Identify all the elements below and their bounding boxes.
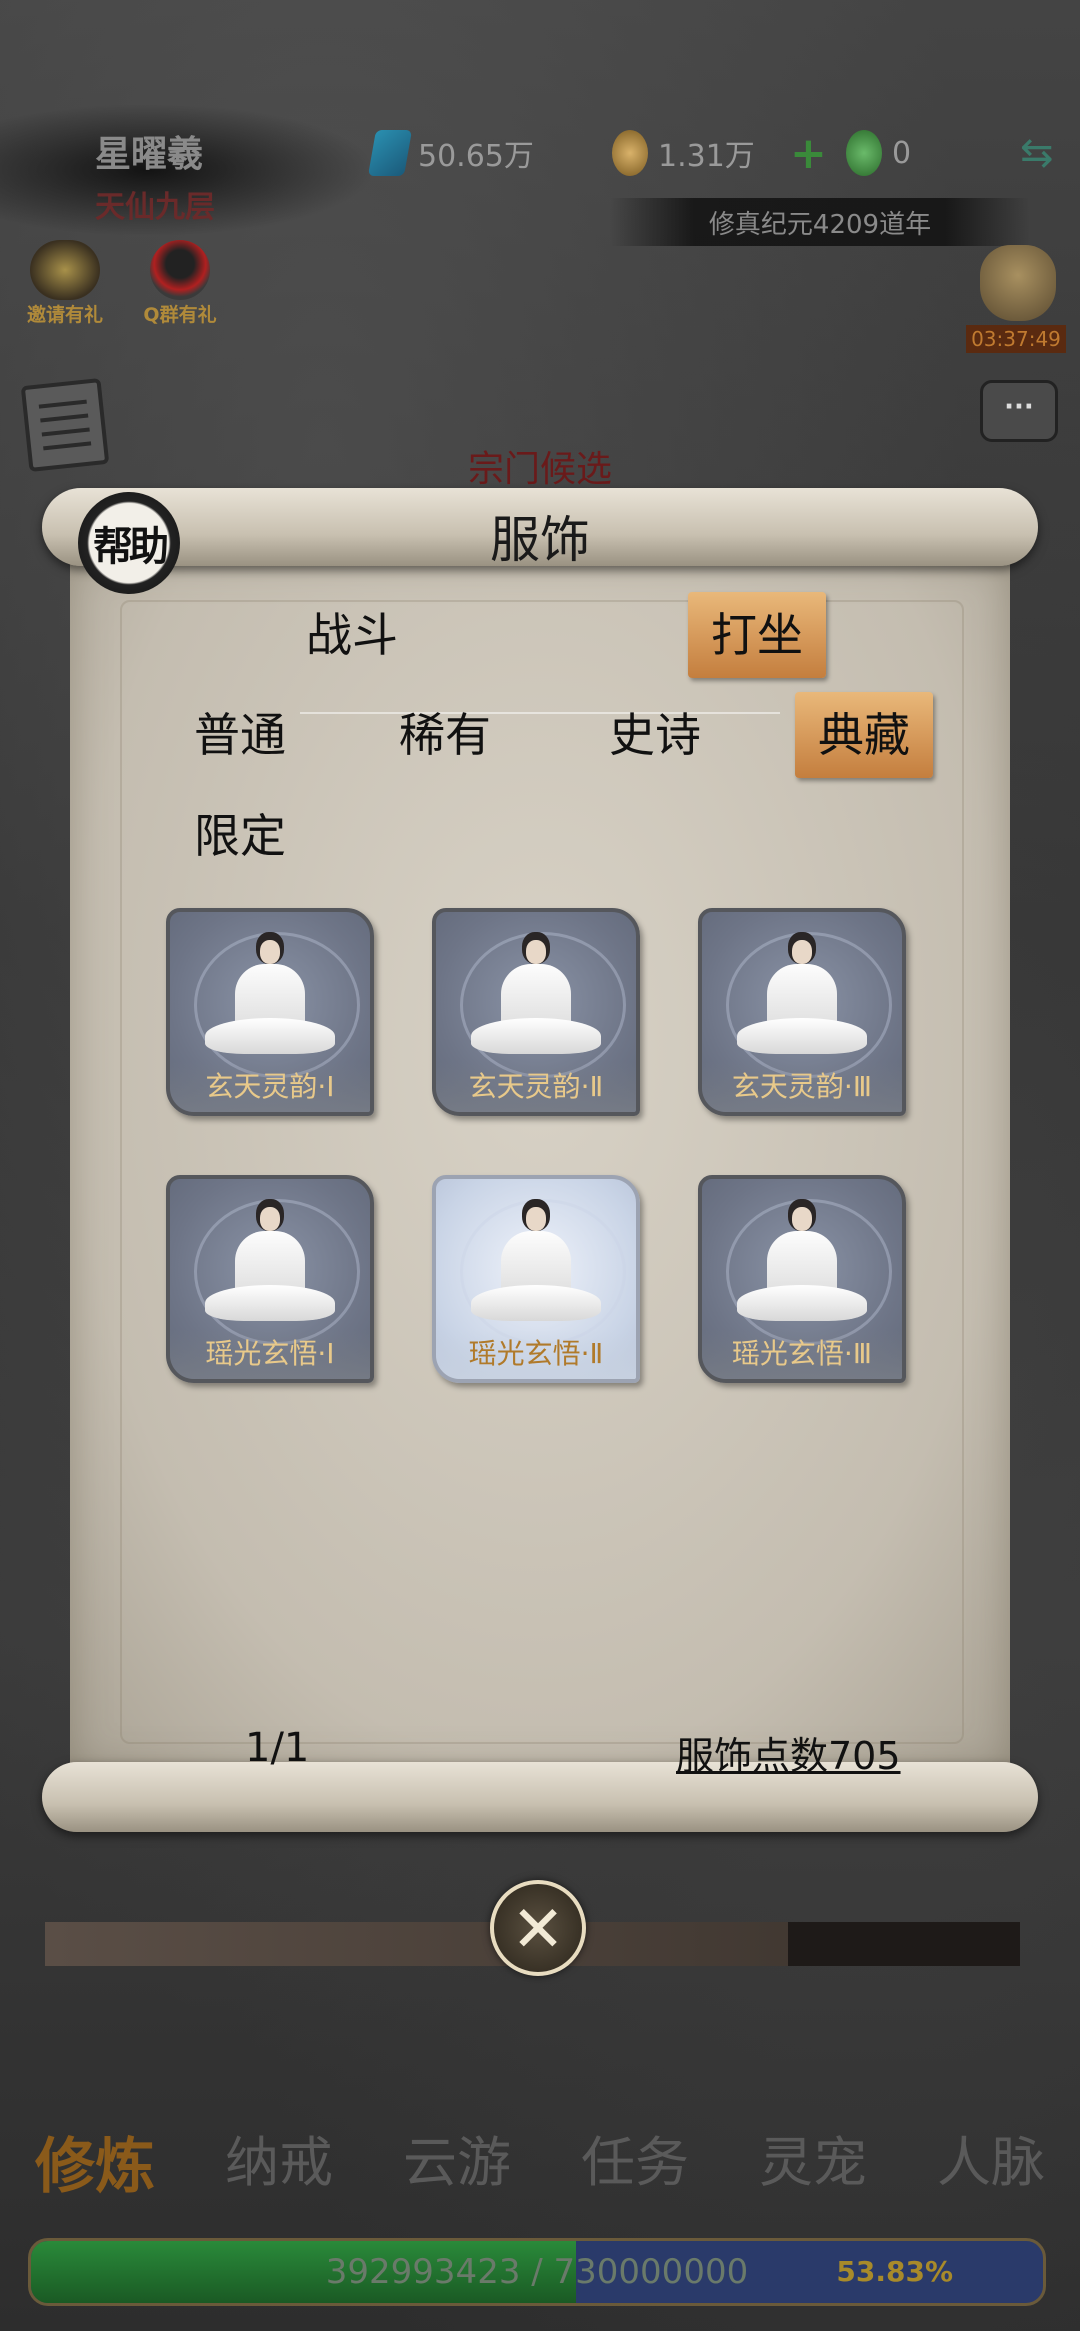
nav-contacts[interactable]: 人脉 [937, 2118, 1045, 2205]
spirit-stone-counter[interactable]: 50.65万 [367, 130, 534, 176]
exchange-icon[interactable]: ⇆ [1020, 130, 1054, 176]
rarity-tab-common[interactable]: 普通 [180, 705, 300, 765]
close-button[interactable]: ✕ [490, 1880, 586, 1976]
tab-meditate[interactable]: 打坐 [688, 592, 826, 678]
outfit-card[interactable]: 瑶光玄悟·Ⅰ [166, 1175, 374, 1383]
spirit-stone-value: 50.65万 [418, 139, 534, 174]
bag-timer: 03:37:49 [966, 325, 1066, 353]
background-title: 宗门候选 [467, 449, 612, 490]
outfit-points-link[interactable]: 服饰点数705 [676, 1725, 901, 1780]
nav-ring[interactable]: 纳戒 [225, 2118, 333, 2205]
nav-cultivate[interactable]: 修炼 [35, 2118, 155, 2205]
chat-icon[interactable]: ··· [980, 380, 1058, 442]
nav-quests[interactable]: 任务 [581, 2118, 689, 2205]
modal-title: 服饰 [490, 511, 590, 569]
qq-penguin-icon [150, 240, 210, 300]
rarity-tab-limited[interactable]: 限定 [180, 806, 300, 866]
nav-travel[interactable]: 云游 [403, 2118, 511, 2205]
gold-value: 1.31万 [658, 139, 755, 174]
page-indicator: 1/1 [245, 1725, 310, 1771]
outfit-name: 玄天灵韵·Ⅱ [436, 1062, 636, 1112]
qq-group-button[interactable]: Q群有礼 [130, 240, 230, 327]
jade-gourd-icon [846, 130, 882, 176]
outfit-name: 玄天灵韵·Ⅰ [170, 1062, 370, 1112]
outfit-card[interactable]: 玄天灵韵·Ⅰ [166, 908, 374, 1116]
gold-ingot-icon [612, 130, 648, 176]
rarity-tab-epic[interactable]: 史诗 [595, 705, 715, 765]
treasure-bag-icon[interactable] [980, 245, 1056, 321]
nav-pets[interactable]: 灵宠 [759, 2118, 867, 2205]
add-currency-icon[interactable]: + [790, 128, 827, 179]
close-icon: ✕ [511, 1893, 565, 1967]
outfit-card-selected[interactable]: 瑶光玄悟·Ⅱ [432, 1175, 640, 1383]
tab-battle[interactable]: 战斗 [292, 605, 412, 665]
outfit-name: 瑶光玄悟·Ⅲ [702, 1329, 902, 1379]
outfit-name: 瑶光玄悟·Ⅱ [436, 1329, 636, 1379]
outfit-card[interactable]: 玄天灵韵·Ⅱ [432, 908, 640, 1116]
gold-counter[interactable]: 1.31万 [612, 130, 755, 176]
era-display: 修真纪元4209道年 [610, 198, 1030, 246]
outfit-card[interactable]: 玄天灵韵·Ⅲ [698, 908, 906, 1116]
jade-counter[interactable]: 0 [846, 130, 911, 176]
rarity-tab-rare[interactable]: 稀有 [385, 705, 505, 765]
outfit-name: 瑶光玄悟·Ⅰ [170, 1329, 370, 1379]
qq-group-label: Q群有礼 [143, 304, 217, 326]
invite-gift-label: 邀请有礼 [26, 304, 103, 326]
experience-percent: 53.83% [836, 2255, 953, 2288]
invite-gift-icon [30, 240, 100, 300]
experience-bar: 392993423 / 730000000 53.83% [28, 2238, 1046, 2306]
player-realm: 天仙九层 [95, 190, 215, 225]
invite-gift-button[interactable]: 邀请有礼 [15, 240, 115, 327]
outfit-name: 玄天灵韵·Ⅲ [702, 1062, 902, 1112]
player-name[interactable]: 星曜羲 [95, 125, 203, 177]
outfit-card[interactable]: 瑶光玄悟·Ⅲ [698, 1175, 906, 1383]
jade-value: 0 [892, 135, 912, 171]
spirit-stone-icon [367, 130, 413, 176]
bottom-nav: 修炼 纳戒 云游 任务 灵宠 人脉 [0, 2118, 1080, 2205]
rarity-tab-collection[interactable]: 典藏 [795, 692, 933, 778]
